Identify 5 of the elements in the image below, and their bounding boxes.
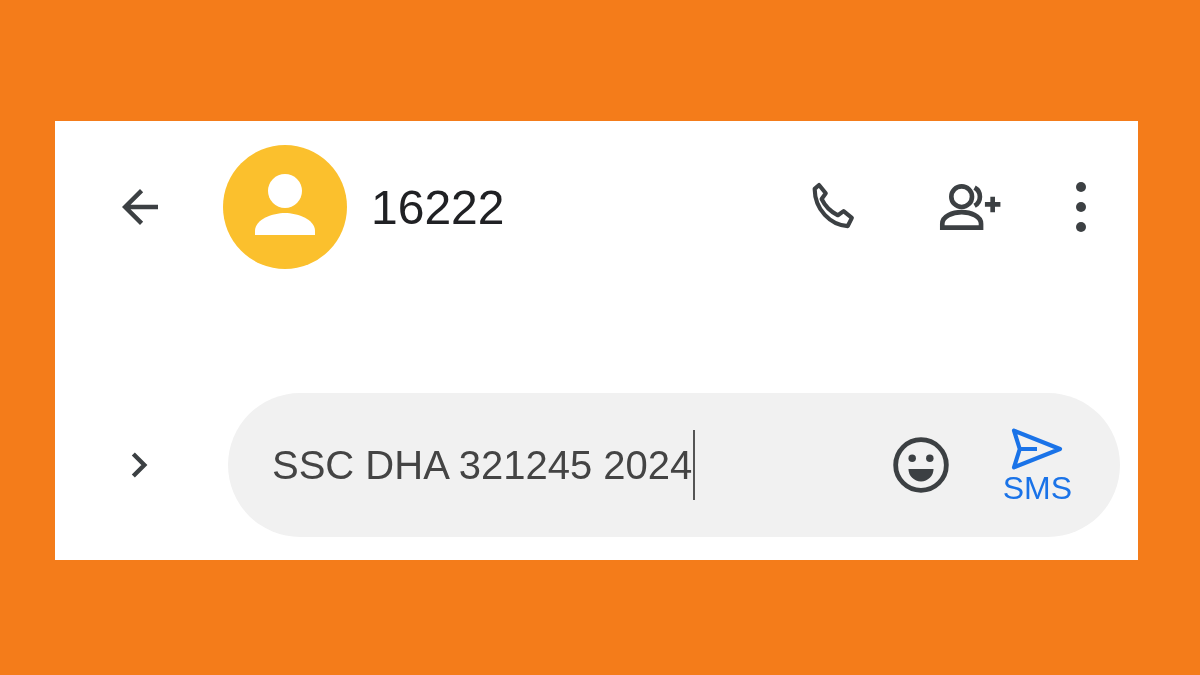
contact-number: 16222 xyxy=(371,179,506,235)
message-field[interactable]: SSC DHA 321245 2024 SMS xyxy=(228,393,1120,537)
send-button[interactable]: SMS xyxy=(1002,426,1072,504)
more-options-icon[interactable] xyxy=(1075,181,1087,233)
avatar-icon xyxy=(223,145,347,269)
